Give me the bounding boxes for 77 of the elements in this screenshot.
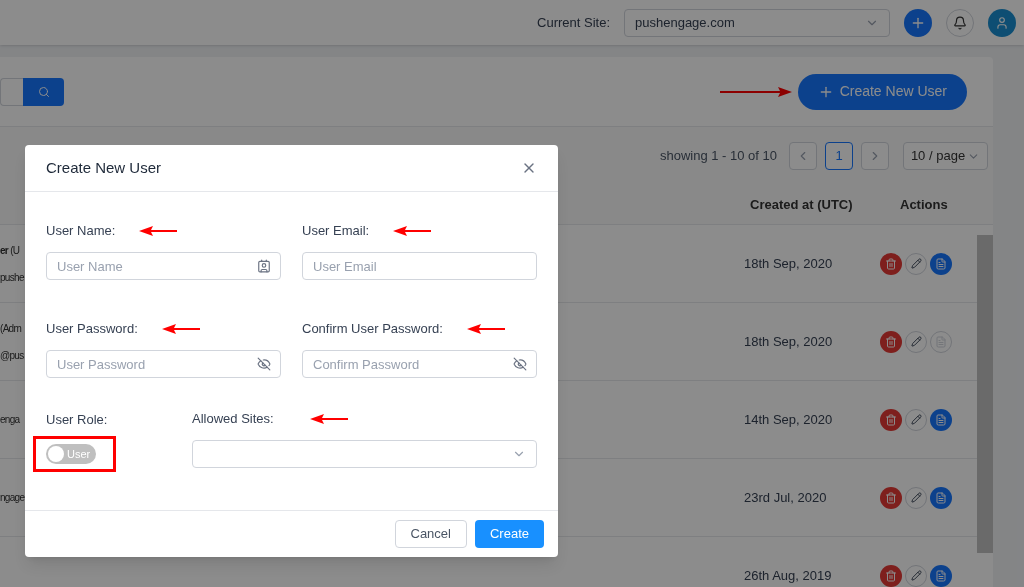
created-date: 18th Sep, 2020 [744,332,834,351]
pencil-icon [910,492,922,503]
created-date: 18th Sep, 2020 [744,254,834,273]
trash-icon [885,491,897,504]
document-icon [935,257,947,270]
user-name-text: (Adm [0,321,23,336]
report-button[interactable] [930,252,952,275]
eye-off-icon[interactable] [257,357,271,371]
page-size-select[interactable]: 10 / page [903,142,988,170]
edit-button[interactable] [905,408,927,431]
pencil-icon [910,570,922,581]
delete-button[interactable] [880,252,902,275]
page-button[interactable]: 1 [825,142,853,170]
text-input[interactable]: User Email [302,252,537,280]
field-label: User Name: [46,222,116,241]
report-button[interactable] [930,486,952,509]
user-email-text: ngage [0,491,24,505]
text-input[interactable]: User Name [46,252,281,280]
trash-icon [885,569,897,582]
trash-icon [885,413,897,426]
add-button[interactable] [904,8,932,37]
trash-icon [885,257,897,270]
created-date: 14th Sep, 2020 [744,410,834,429]
user-email-text: @pus [0,348,24,363]
bell-icon [953,15,967,30]
create-user-button[interactable]: Create New User [797,73,967,110]
arrow-annotation-icon [309,414,348,424]
pagination-summary: showing 1 - 10 of 10 [659,147,777,166]
user-email-text: enga [0,413,21,427]
eye-off-icon[interactable] [513,357,527,371]
user-icon [995,15,1009,30]
edit-button[interactable] [905,252,927,275]
pencil-icon [910,336,922,347]
report-button[interactable] [930,564,952,587]
avatar-button[interactable] [988,8,1016,37]
edit-button[interactable] [905,486,927,509]
trash-icon [885,335,897,348]
site-select[interactable]: pushengage.com [624,8,890,37]
delete-button[interactable] [880,408,902,431]
id-card-icon [257,259,271,273]
created-date: 23rd Jul, 2020 [744,488,828,507]
document-icon [935,569,947,582]
delete-button[interactable] [880,564,902,587]
created-date: 26th Aug, 2019 [744,566,833,585]
arrow-annotation-icon [719,86,792,97]
field-label: User Password: [46,320,138,339]
current-site-label: Current Site: [537,13,610,32]
field-label: Allowed Sites: [192,410,274,429]
role-toggle[interactable]: User [46,444,96,464]
delete-button[interactable] [880,486,902,509]
user-name-text: er (U [0,243,21,258]
field-label: User Email: [302,222,370,241]
report-button[interactable] [930,408,952,431]
delete-button[interactable] [880,330,902,353]
document-icon [935,335,947,348]
dialog-title: Create New User [46,157,162,178]
column-header: Created at (UTC) [750,195,854,214]
document-icon [935,413,947,426]
search-icon [37,85,50,98]
edit-button[interactable] [905,564,927,587]
create-button[interactable]: Create [474,520,544,548]
arrow-annotation-icon [161,324,200,334]
text-input[interactable]: Confirm Password [302,350,537,378]
user-email-text: pushe [0,270,24,285]
search-button[interactable] [23,77,64,106]
text-input[interactable]: User Password [46,350,281,378]
column-header: Actions [900,195,948,214]
pencil-icon [910,258,922,269]
pencil-icon [910,414,922,425]
cancel-button[interactable]: Cancel [394,520,467,548]
edit-button[interactable] [905,330,927,353]
document-icon [935,491,947,504]
field-label: User Role: [46,411,109,428]
arrow-annotation-icon [466,324,505,334]
arrow-annotation-icon [393,226,432,236]
field-label: Confirm User Password: [302,320,443,339]
arrow-annotation-icon [139,226,178,236]
